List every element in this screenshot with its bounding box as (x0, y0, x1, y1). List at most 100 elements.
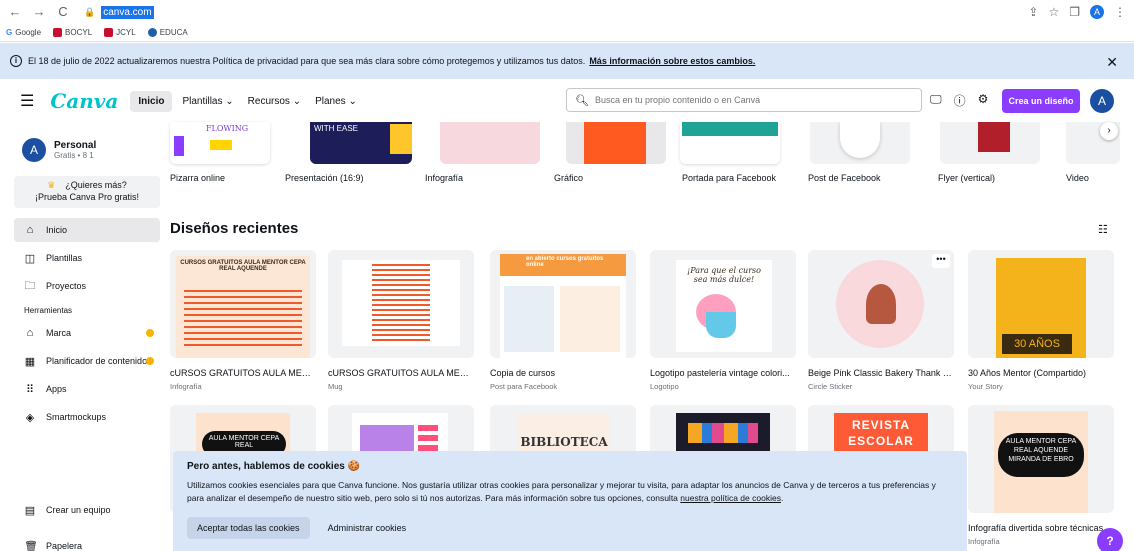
jcyl-icon (104, 28, 114, 37)
reload-icon[interactable]: C (56, 5, 70, 19)
sidebar-item-smartmockups[interactable]: ◈ Smartmockups (14, 405, 160, 429)
info-icon: i (10, 55, 22, 67)
home-icon: ⌂ (26, 224, 34, 236)
trash-icon: 🗑 (24, 540, 38, 551)
forward-icon[interactable]: → (32, 5, 46, 19)
design-type: Infografía (170, 382, 202, 391)
template-thumb-flyer[interactable] (940, 122, 1040, 164)
gear-icon[interactable]: ⚙ (978, 92, 989, 109)
template-label[interactable]: Presentación (16:9) (285, 173, 364, 183)
template-art-text: FLOWING (206, 124, 249, 133)
search-input[interactable] (594, 95, 895, 105)
chevron-right-icon[interactable]: › (1100, 122, 1118, 140)
recent-design-card[interactable]: ••• Beige Pink Classic Bakery Thank Y...… (808, 250, 954, 391)
user-avatar[interactable]: A (1090, 89, 1114, 113)
sidebar-item-papelera[interactable]: 🗑 Papelera (14, 534, 160, 551)
recent-design-card[interactable]: 30 AÑOS 30 Años Mentor (Compartido) Your… (968, 250, 1114, 391)
template-thumb-infografia[interactable] (440, 122, 540, 164)
privacy-link[interactable]: Más información sobre estos cambios. (589, 56, 755, 66)
design-title: cURSOS GRATUITOS AULA MENTO... (170, 368, 316, 378)
sidebar-item-marca[interactable]: ⌂ Marca (14, 321, 160, 345)
extensions-icon[interactable]: ❐ (1069, 5, 1080, 19)
design-title: 30 Años Mentor (Compartido) (968, 368, 1087, 378)
sidebar-item-apps[interactable]: ⠿ Apps (14, 377, 160, 401)
design-thumbnail: 30 AÑOS (968, 250, 1114, 358)
design-type: Post para Facebook (490, 382, 558, 391)
bookmark-educa[interactable]: EDUCA (147, 28, 188, 37)
cookie-banner: Pero antes, hablemos de cookies 🍪 Utiliz… (173, 451, 967, 551)
design-thumbnail: en abierto cursos gratuitos online (490, 250, 636, 358)
template-thumb-post-facebook[interactable] (810, 122, 910, 164)
account-plan: Gratis • 8 1 (54, 151, 94, 160)
cookie-policy-link[interactable]: nuestra política de cookies (680, 493, 781, 503)
more-options-icon[interactable]: ••• (932, 254, 950, 268)
chevron-down-icon: ⌄ (348, 95, 357, 107)
recent-design-card[interactable]: ¡Para que el curso sea más dulce! Logoti… (650, 250, 796, 391)
template-thumb-portada-facebook[interactable] (680, 122, 780, 164)
design-type: Your Story (968, 382, 1003, 391)
recent-design-card[interactable]: cURSOS GRATUITOS AULA MENTOR Mug (328, 250, 474, 391)
close-icon[interactable]: ✕ (1106, 54, 1118, 71)
thumb-text: en abierto cursos gratuitos online (500, 254, 626, 276)
hamburger-menu-icon[interactable]: ☰ (20, 91, 34, 111)
sidebar-item-plantillas[interactable]: ◫ Plantillas (14, 246, 160, 270)
recent-design-card[interactable]: CURSOS GRATUITOS AULA MENTOR CEPA REAL A… (170, 250, 316, 391)
design-thumbnail: ••• (808, 250, 954, 358)
template-label[interactable]: Portada para Facebook (682, 173, 776, 183)
bocyl-icon (53, 28, 63, 37)
bookmark-bocyl[interactable]: BOCYL (53, 28, 92, 37)
design-type: Logotipo (650, 382, 679, 391)
template-label[interactable]: Pizarra online (170, 173, 225, 183)
template-carousel: FLOWING WITH EASE › Pizarra online Prese… (170, 122, 1120, 192)
create-design-button[interactable]: Crea un diseño (1002, 89, 1080, 113)
thumb-panel (504, 286, 554, 352)
template-label[interactable]: Video (1066, 173, 1089, 183)
templates-icon: ◫ (24, 252, 36, 265)
apps-grid-icon: ⠿ (25, 383, 35, 396)
sidebar-item-inicio[interactable]: ⌂ Inicio (14, 218, 160, 242)
nav-planes[interactable]: Planes ⌄ (315, 96, 357, 107)
sidebar-item-crear-equipo[interactable]: ▤ Crear un equipo (14, 498, 160, 522)
account-switcher[interactable]: A Personal Gratis • 8 1 (22, 138, 152, 162)
cookie-body: Utilizamos cookies esenciales para que C… (187, 480, 936, 503)
template-art (390, 124, 412, 154)
sidebar-item-proyectos[interactable]: 🗀 Proyectos (14, 274, 160, 298)
recent-design-card[interactable]: en abierto cursos gratuitos online Copia… (490, 250, 636, 391)
design-type: Mug (328, 382, 343, 391)
template-label[interactable]: Gráfico (554, 173, 583, 183)
desktop-icon[interactable]: 🖵 (930, 92, 942, 109)
template-label[interactable]: Flyer (vertical) (938, 173, 995, 183)
search-box[interactable]: 🔍︎ (566, 88, 922, 112)
design-title: cURSOS GRATUITOS AULA MENTOR (328, 368, 474, 378)
canva-logo[interactable]: Canva (50, 89, 118, 113)
lock-icon: 🔒 (84, 6, 96, 17)
template-label[interactable]: Infografía (425, 173, 463, 183)
browser-toolbar: ← → C 🔒 canva.com ⇪ ☆ ❐ A ⋮ (0, 0, 1134, 24)
bookmark-google[interactable]: G Google (6, 28, 41, 37)
help-button[interactable]: ? (1097, 528, 1123, 551)
template-thumb-pizarra[interactable]: FLOWING (170, 122, 270, 164)
template-label[interactable]: Post de Facebook (808, 173, 881, 183)
address-bar[interactable]: 🔒 canva.com (80, 3, 158, 21)
bookmark-jcyl[interactable]: JCYL (104, 28, 136, 37)
design-thumbnail: ¡Para que el curso sea más dulce! (650, 250, 796, 358)
pro-upsell[interactable]: ♛ ¿Quieres más? ¡Prueba Canva Pro gratis! (14, 176, 160, 208)
template-thumb-grafico[interactable] (566, 122, 666, 164)
star-icon[interactable]: ☆ (1048, 5, 1059, 19)
back-icon[interactable]: ← (8, 5, 22, 19)
list-view-icon[interactable]: ☷ (1098, 223, 1108, 236)
menu-kebab-icon[interactable]: ⋮ (1114, 5, 1126, 19)
search-icon: 🔍︎ (575, 94, 589, 107)
share-icon[interactable]: ⇪ (1028, 5, 1038, 19)
nav-home[interactable]: Inicio (130, 90, 173, 112)
accept-cookies-button[interactable]: Aceptar todas las cookies (187, 517, 310, 539)
thumb-text: AULA MENTOR CEPA REAL AQUENDE MIRANDA DE… (998, 433, 1084, 477)
nav-recursos[interactable]: Recursos ⌄ (248, 96, 301, 107)
help-icon[interactable]: ⓘ (954, 92, 966, 109)
sidebar-item-planificador[interactable]: ▦ Planificador de contenido (14, 349, 160, 373)
manage-cookies-button[interactable]: Administrar cookies (318, 517, 417, 539)
template-thumb-presentacion[interactable]: WITH EASE (310, 122, 412, 164)
nav-plantillas[interactable]: Plantillas ⌄ (182, 96, 233, 107)
browser-profile-avatar[interactable]: A (1090, 5, 1104, 19)
recent-design-card[interactable]: AULA MENTOR CEPA REAL AQUENDE MIRANDA DE… (968, 405, 1114, 546)
